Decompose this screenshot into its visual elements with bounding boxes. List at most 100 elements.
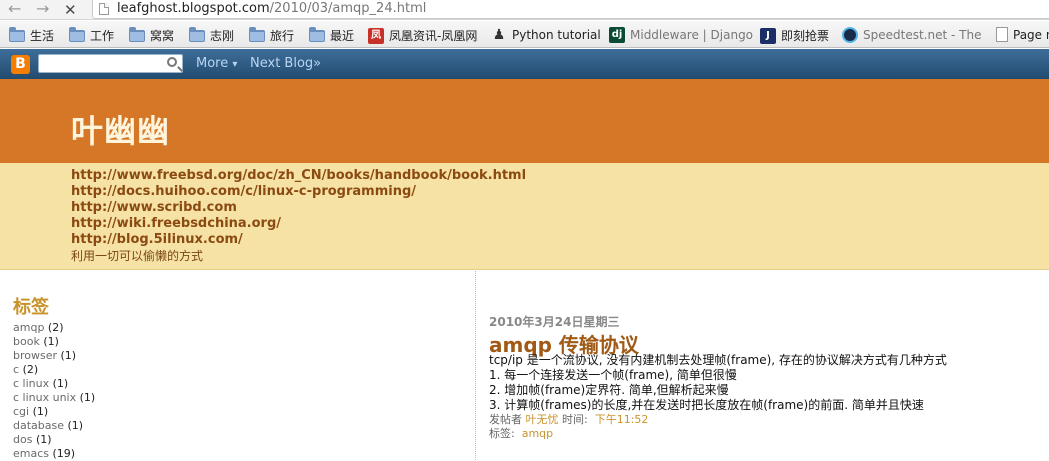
label-link[interactable]: c linux [13, 377, 49, 390]
label-count: (19) [52, 447, 76, 460]
folder-icon [189, 26, 205, 42]
address-url: leafghost.blogspot.com/2010/03/amqp_24.h… [117, 1, 426, 16]
back-arrow-icon[interactable]: ← [8, 1, 21, 17]
post-footer: 发帖者 叶无忧 时间: 下午11:52 标签: amqp [489, 413, 648, 441]
label-prefix: 标签: [489, 427, 515, 440]
blogger-logo-icon[interactable]: B [11, 55, 30, 74]
address-bar[interactable]: leafghost.blogspot.com/2010/03/amqp_24.h… [92, 0, 1049, 19]
sidebar: 标签 amqp (2) book (1) browser (1) c (2) c… [0, 271, 476, 460]
blog-title[interactable]: 叶幽幽 [71, 106, 170, 152]
label-count: (1) [43, 335, 59, 348]
folder-icon [309, 26, 325, 42]
bookmark-wowo[interactable]: 窝窝 [129, 26, 175, 44]
more-menu-button[interactable]: More ▾ [196, 56, 237, 71]
bookmark-shenghuo[interactable]: 生活 [9, 26, 55, 44]
bookmark-label: 窝窝 [150, 29, 175, 43]
label-link[interactable]: cgi [13, 405, 29, 418]
label-link[interactable]: book [13, 335, 40, 348]
label-count: (1) [32, 405, 49, 418]
bookmark-label: Page n [1013, 27, 1049, 42]
labels-heading: 标签 [13, 297, 49, 318]
folder-icon [69, 26, 85, 42]
label-count: (1) [67, 419, 84, 432]
bookmarks-bar: 生活 工作 窝窝 志刚 旅行 最近 凤凤凰资讯-凤凰网 ♟ Python tuto… [0, 21, 1049, 48]
page-icon [996, 27, 1008, 42]
label-link[interactable]: database [13, 419, 64, 432]
label-link[interactable]: dos [13, 433, 32, 446]
stop-icon[interactable]: ✕ [64, 2, 77, 18]
blog-post: 2010年3月24日星期三 amqp 传输协议 tcp/ip 是一个流协议, 没… [489, 271, 1049, 460]
label-link[interactable]: emacs [13, 447, 49, 460]
bookmark-ifeng[interactable]: 凤凤凰资讯-凤凰网 [368, 27, 477, 44]
list-item: c linux (1) [13, 377, 95, 391]
bookmark-zhigang[interactable]: 志刚 [189, 26, 235, 44]
label-link[interactable]: c [13, 363, 19, 376]
description-link: http://blog.5ilinux.com/ [71, 232, 243, 247]
folder-icon [249, 26, 265, 42]
bookmark-django-middleware[interactable]: dj Middleware | Django [609, 27, 753, 43]
bookmark-label: Speedtest.net - The [863, 28, 982, 42]
list-item: c (2) [13, 363, 95, 377]
bookmark-label: 即刻抢票 [781, 29, 830, 43]
folder-icon [9, 26, 25, 42]
label-link[interactable]: amqp [13, 321, 44, 334]
bookmark-label: 生活 [30, 29, 55, 43]
post-date: 2010年3月24日星期三 [489, 315, 620, 329]
bookmark-jike[interactable]: J 即刻抢票 [760, 27, 829, 44]
ifeng-icon: 凤 [368, 27, 384, 44]
post-paragraph: 1. 每一个连接发送一个帧(frame), 简单但很慢 [489, 368, 737, 382]
label-count: (1) [35, 433, 52, 446]
folder-icon [129, 26, 145, 42]
label-count: (2) [47, 321, 64, 334]
label-link[interactable]: browser [13, 349, 57, 362]
time-prefix: 时间: [562, 413, 588, 426]
python-icon: ♟ [492, 27, 506, 43]
ticket-icon: J [760, 27, 776, 44]
author-prefix: 发帖者 [489, 413, 522, 426]
post-label-link[interactable]: amqp [522, 427, 553, 440]
bookmark-speedtest[interactable]: Speedtest.net - The [842, 27, 981, 43]
label-link[interactable]: c linux unix [13, 391, 76, 404]
bookmark-zuijin[interactable]: 最近 [309, 26, 354, 44]
description-link: http://www.scribd.com [71, 200, 237, 215]
django-icon: dj [609, 27, 625, 43]
label-count: (1) [79, 391, 96, 404]
post-paragraph: tcp/ip 是一个流协议, 没有内建机制去处理帧(frame), 存在的协议解… [489, 353, 947, 367]
post-time-link[interactable]: 下午11:52 [595, 413, 649, 426]
bookmark-python-tutorial[interactable]: ♟ Python tutorial [491, 27, 601, 43]
author-link[interactable]: 叶无忧 [526, 413, 559, 426]
description-link: http://docs.huihoo.com/c/linux-c-program… [71, 184, 417, 199]
page-icon [99, 3, 109, 15]
post-paragraph: 3. 计算帧(frames)的长度,并在发送时把长度放在帧(frame)的前面.… [489, 398, 924, 412]
bookmark-label: 工作 [90, 29, 115, 43]
url-host: leafghost.blogspot.com [117, 1, 270, 16]
label-count: (1) [60, 349, 77, 362]
label-count: (1) [52, 377, 69, 390]
search-icon[interactable] [167, 57, 177, 67]
speedtest-icon [842, 27, 858, 43]
bookmark-gongzuo[interactable]: 工作 [69, 26, 115, 44]
list-item: dos (1) [13, 433, 95, 447]
blogger-navbar: B More ▾ Next Blog» [0, 49, 1049, 79]
post-body: tcp/ip 是一个流协议, 没有内建机制去处理帧(frame), 存在的协议解… [489, 353, 947, 413]
bookmark-label: Python tutorial [512, 28, 601, 42]
next-blog-link[interactable]: Next Blog» [250, 56, 321, 71]
blog-description: http://www.freebsd.org/doc/zh_CN/books/h… [71, 168, 526, 264]
more-label: More [196, 56, 229, 71]
bookmark-label: 凤凰资讯-凤凰网 [389, 29, 478, 43]
bookmark-lvxing[interactable]: 旅行 [249, 26, 294, 44]
bookmark-label: Middleware | Django [630, 28, 754, 42]
blog-search-input[interactable] [38, 54, 183, 73]
url-path: /2010/03/amqp_24.html [269, 1, 427, 16]
list-item: emacs (19) [13, 447, 95, 461]
chevron-down-icon: ▾ [232, 59, 238, 70]
description-link: http://www.freebsd.org/doc/zh_CN/books/h… [71, 168, 527, 183]
browser-toolbar: ← → ✕ leafghost.blogspot.com/2010/03/amq… [0, 0, 1049, 20]
labels-list: amqp (2) book (1) browser (1) c (2) c li… [13, 321, 95, 461]
bookmark-page[interactable]: Page n [996, 27, 1049, 42]
list-item: book (1) [13, 335, 95, 349]
bookmark-label: 志刚 [210, 29, 235, 43]
forward-arrow-icon[interactable]: → [36, 1, 49, 17]
list-item: c linux unix (1) [13, 391, 95, 405]
list-item: cgi (1) [13, 405, 95, 419]
